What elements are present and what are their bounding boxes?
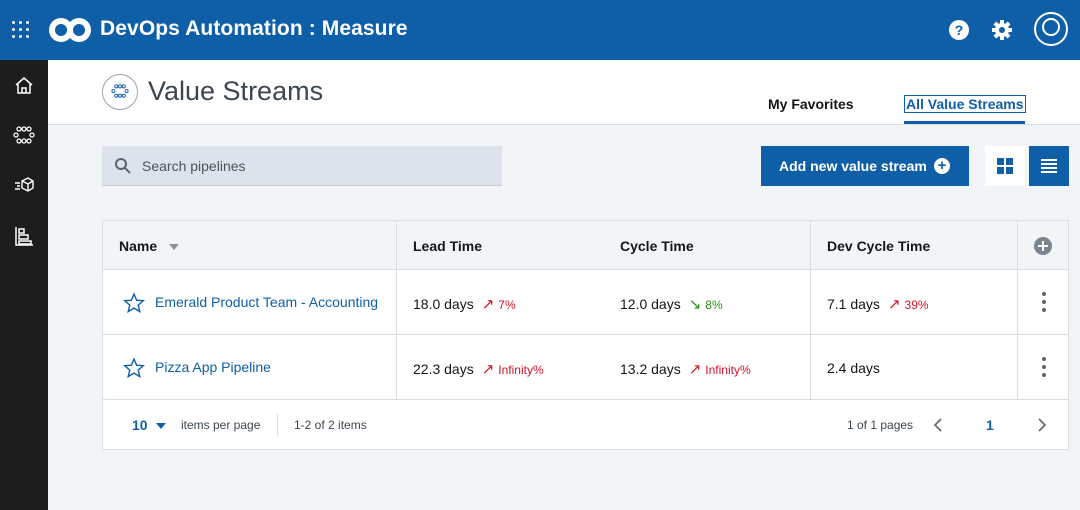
table-header: Name Lead Time Cycle Time Dev Cycle Time bbox=[103, 221, 1068, 270]
table-row: Emerald Product Team - Accounting 18.0 d… bbox=[103, 270, 1068, 335]
add-column-icon[interactable] bbox=[1034, 237, 1052, 255]
column-header-cycle-time[interactable]: Cycle Time bbox=[620, 238, 694, 254]
add-circle-icon: + bbox=[934, 158, 950, 174]
arrow-up-right-icon: ↗ bbox=[688, 361, 702, 378]
kebab-menu-icon[interactable] bbox=[1041, 292, 1047, 314]
column-header-lead-time[interactable]: Lead Time bbox=[413, 238, 482, 254]
add-value-stream-label: Add new value stream bbox=[779, 158, 927, 174]
grid-view-icon[interactable] bbox=[985, 146, 1025, 186]
arrow-up-right-icon: ↗ bbox=[481, 296, 495, 313]
gear-icon[interactable] bbox=[991, 19, 1013, 41]
value-stream-link[interactable]: Emerald Product Team - Accounting bbox=[155, 294, 378, 310]
user-avatar-icon[interactable] bbox=[1034, 12, 1068, 46]
value-streams-icon[interactable] bbox=[12, 123, 36, 147]
current-page[interactable]: 1 bbox=[986, 417, 994, 433]
sort-down-icon[interactable] bbox=[169, 244, 180, 251]
infinity-logo-icon bbox=[49, 18, 91, 42]
pagination-divider bbox=[277, 414, 278, 436]
cycle-time-cell: 13.2 days ↗ Infinity% bbox=[620, 360, 751, 378]
page-size-select[interactable]: 10 bbox=[132, 417, 148, 433]
lead-time-delta: 7% bbox=[498, 298, 516, 312]
app-title: DevOps Automation : Measure bbox=[100, 17, 408, 40]
lead-time-cell: 18.0 days ↗ 7% bbox=[413, 295, 516, 313]
star-icon[interactable] bbox=[123, 357, 145, 379]
search-input[interactable] bbox=[142, 146, 492, 186]
lead-time-value: 22.3 days bbox=[413, 361, 474, 377]
cycle-time-delta: 8% bbox=[705, 298, 723, 312]
dev-cycle-time-value: 7.1 days bbox=[827, 296, 880, 312]
left-nav bbox=[0, 60, 48, 510]
arrow-up-right-icon: ↗ bbox=[887, 296, 901, 313]
home-icon[interactable] bbox=[12, 74, 36, 98]
tab-my-favorites[interactable]: My Favorites bbox=[768, 96, 854, 112]
search-icon bbox=[115, 158, 131, 174]
tab-all-value-streams[interactable]: All Value Streams bbox=[904, 95, 1026, 113]
value-streams-icon bbox=[102, 74, 138, 110]
search-box bbox=[102, 146, 502, 186]
lead-time-value: 18.0 days bbox=[413, 296, 474, 312]
deploy-icon[interactable] bbox=[12, 174, 36, 198]
lead-time-delta: Infinity% bbox=[498, 363, 544, 377]
arrow-up-right-icon: ↗ bbox=[481, 361, 495, 378]
chevron-right-icon[interactable] bbox=[1037, 418, 1047, 432]
column-header-dev-cycle-time[interactable]: Dev Cycle Time bbox=[827, 238, 930, 254]
table-row: Pizza App Pipeline 22.3 days ↗ Infinity% 1… bbox=[103, 335, 1068, 400]
pages-label: 1 of 1 pages bbox=[847, 418, 914, 432]
column-header-name[interactable]: Name bbox=[119, 238, 180, 254]
kebab-menu-icon[interactable] bbox=[1041, 357, 1047, 379]
list-view-icon[interactable] bbox=[1029, 146, 1069, 186]
arrow-down-right-icon: ↘ bbox=[688, 296, 702, 313]
lead-time-cell: 22.3 days ↗ Infinity% bbox=[413, 360, 544, 378]
top-bar: DevOps Automation : Measure ? bbox=[0, 0, 1080, 60]
chevron-left-icon[interactable] bbox=[933, 418, 943, 432]
page-title: Value Streams bbox=[148, 76, 324, 106]
items-range-label: 1-2 of 2 items bbox=[294, 418, 367, 432]
value-streams-table: Name Lead Time Cycle Time Dev Cycle Time… bbox=[102, 220, 1069, 450]
column-header-label: Name bbox=[119, 238, 158, 254]
cycle-time-value: 12.0 days bbox=[620, 296, 681, 312]
items-per-page-label: items per page bbox=[181, 418, 261, 432]
page-header: Value Streams My Favorites All Value Str… bbox=[48, 60, 1080, 125]
active-tab-indicator bbox=[904, 121, 1025, 124]
value-stream-link[interactable]: Pizza App Pipeline bbox=[155, 359, 271, 375]
cycle-time-cell: 12.0 days ↘ 8% bbox=[620, 295, 723, 313]
apps-grid-icon[interactable] bbox=[12, 21, 30, 39]
reports-icon[interactable] bbox=[12, 224, 36, 248]
star-icon[interactable] bbox=[123, 292, 145, 314]
cycle-time-delta: Infinity% bbox=[705, 363, 751, 377]
add-value-stream-button[interactable]: Add new value stream + bbox=[761, 146, 969, 186]
chevron-down-icon[interactable] bbox=[156, 423, 166, 429]
dev-cycle-time-value: 2.4 days bbox=[827, 360, 880, 376]
dev-cycle-time-cell: 2.4 days bbox=[827, 360, 880, 376]
cycle-time-value: 13.2 days bbox=[620, 361, 681, 377]
pagination: 10 items per page 1-2 of 2 items 1 of 1 … bbox=[103, 401, 1068, 449]
dev-cycle-time-cell: 7.1 days ↗ 39% bbox=[827, 295, 929, 313]
dev-cycle-time-delta: 39% bbox=[904, 298, 929, 312]
help-icon[interactable]: ? bbox=[949, 20, 969, 40]
